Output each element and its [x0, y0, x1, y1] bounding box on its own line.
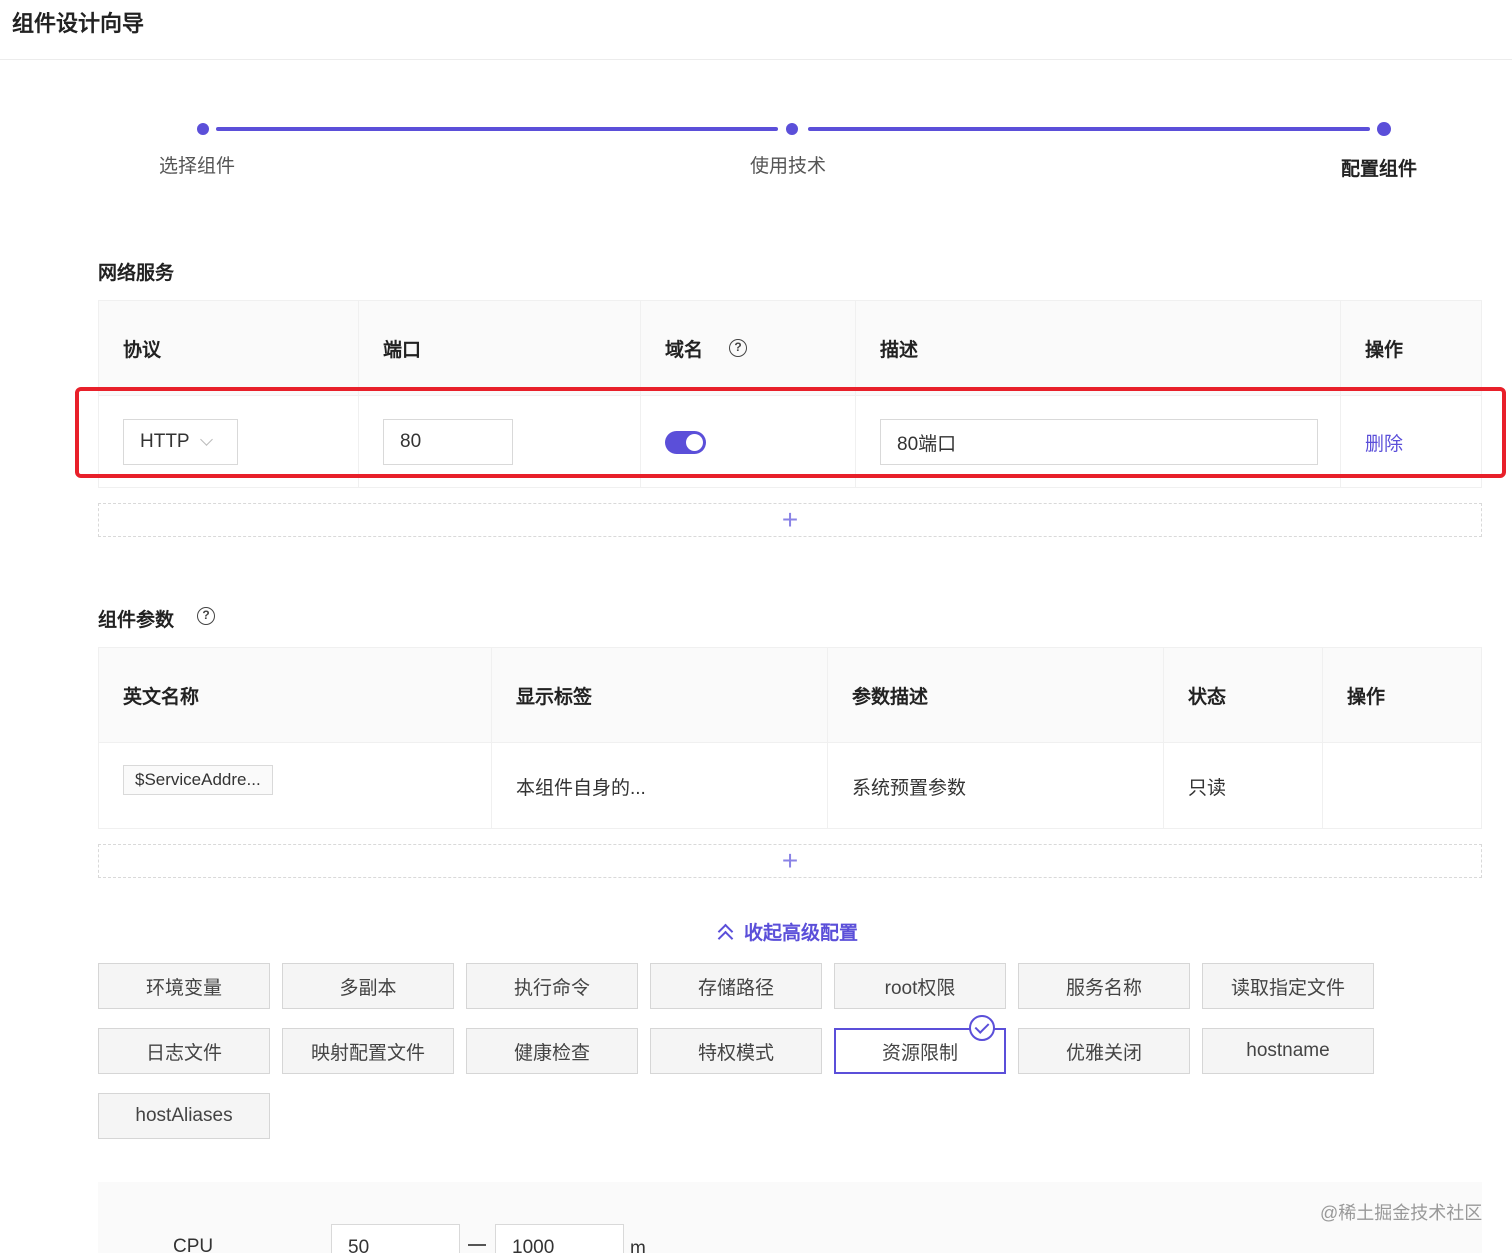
option-root-permission[interactable]: root权限: [834, 963, 1006, 1009]
col-desc-label: 描述: [880, 339, 919, 361]
option-storage-path[interactable]: 存储路径: [650, 963, 822, 1009]
option-read-file[interactable]: 读取指定文件: [1202, 963, 1374, 1009]
col-domain-label: 域名: [665, 339, 704, 361]
option-replicas[interactable]: 多副本: [282, 963, 454, 1009]
col-action: 操作: [1341, 301, 1481, 395]
step-dot-2: [786, 123, 798, 135]
option-privileged-mode[interactable]: 特权模式: [650, 1028, 822, 1074]
option-log-file[interactable]: 日志文件: [98, 1028, 270, 1074]
col-port-label: 端口: [383, 339, 422, 361]
step-label-configure-component[interactable]: 配置组件: [1341, 154, 1417, 181]
option-label: 日志文件: [145, 1042, 222, 1064]
option-label: 执行命令: [513, 977, 590, 999]
plus-icon: +: [781, 845, 799, 876]
param-label-value: 本组件自身的...: [516, 777, 646, 799]
cell-param-action: [1323, 743, 1481, 829]
cpu-max-input[interactable]: 1000: [495, 1224, 624, 1253]
network-section-title: 网络服务: [98, 263, 175, 284]
col-name: 英文名称: [99, 648, 492, 742]
col-name-label: 英文名称: [123, 686, 200, 708]
option-health-check[interactable]: 健康检查: [466, 1028, 638, 1074]
option-label: hostname: [1246, 1040, 1330, 1061]
option-label: 特权模式: [697, 1042, 774, 1064]
params-table-header: 英文名称 显示标签 参数描述 状态 操作: [99, 648, 1481, 742]
step-dot-3: [1377, 122, 1391, 136]
collapse-advanced-link[interactable]: 收起高级配置: [716, 918, 859, 946]
param-desc-value: 系统预置参数: [852, 777, 967, 799]
cpu-label: CPU: [173, 1236, 214, 1253]
add-param-row-button[interactable]: +: [98, 844, 1482, 878]
network-table-header: 协议 端口 域名 ? 描述 操作: [99, 301, 1481, 395]
col-protocol-label: 协议: [123, 339, 162, 361]
col-port: 端口: [359, 301, 641, 395]
option-service-name[interactable]: 服务名称: [1018, 963, 1190, 1009]
cpu-min-value: 50: [348, 1237, 370, 1253]
cpu-unit: m: [630, 1238, 646, 1253]
option-host-aliases[interactable]: hostAliases: [98, 1093, 270, 1139]
domain-help-icon[interactable]: ?: [729, 339, 748, 357]
params-table: 英文名称 显示标签 参数描述 状态 操作 $ServiceAddre... 本组…: [98, 647, 1482, 829]
cell-label: 本组件自身的...: [492, 743, 828, 829]
check-circle-icon: [969, 1015, 995, 1041]
param-status-value: 只读: [1188, 777, 1227, 799]
col-status: 状态: [1164, 648, 1323, 742]
option-label: 服务名称: [1065, 977, 1142, 999]
resource-limit-panel: CPU 50 1000 m: [98, 1182, 1482, 1253]
collapse-advanced-label: 收起高级配置: [744, 923, 859, 944]
double-chevron-up-icon: [716, 922, 736, 946]
col-param-desc-label: 参数描述: [852, 686, 929, 708]
param-name-value: $ServiceAddre...: [135, 770, 261, 789]
add-network-row-button[interactable]: +: [98, 503, 1482, 537]
option-label: 资源限制: [881, 1042, 958, 1064]
param-name-tag: $ServiceAddre...: [123, 765, 273, 795]
range-separator: [468, 1244, 486, 1246]
option-label: 存储路径: [697, 977, 774, 999]
step-connector-2: [808, 127, 1370, 131]
col-param-action-label: 操作: [1347, 686, 1386, 708]
cell-name: $ServiceAddre...: [99, 743, 492, 829]
option-hostname[interactable]: hostname: [1202, 1028, 1374, 1074]
params-section-title: 组件参数: [98, 610, 175, 631]
watermark: @稀土掘金技术社区: [1320, 1203, 1483, 1223]
step-label-use-technology[interactable]: 使用技术: [750, 151, 826, 178]
col-label: 显示标签: [492, 648, 828, 742]
step-dot-1: [197, 123, 209, 135]
option-label: 健康检查: [513, 1042, 590, 1064]
cell-param-desc: 系统预置参数: [828, 743, 1164, 829]
option-label: 优雅关闭: [1065, 1042, 1142, 1064]
option-label: root权限: [884, 977, 956, 999]
option-env-vars[interactable]: 环境变量: [98, 963, 270, 1009]
step-label-select-component[interactable]: 选择组件: [159, 151, 235, 178]
option-graceful-shutdown[interactable]: 优雅关闭: [1018, 1028, 1190, 1074]
option-label: hostAliases: [135, 1105, 233, 1126]
step-connector-1: [216, 127, 778, 131]
params-help-icon[interactable]: ?: [197, 607, 215, 625]
col-domain: 域名 ?: [641, 301, 856, 395]
plus-icon: +: [781, 504, 799, 535]
col-param-desc: 参数描述: [828, 648, 1164, 742]
option-resource-limit[interactable]: 资源限制: [834, 1015, 1006, 1074]
col-desc: 描述: [856, 301, 1341, 395]
cpu-max-value: 1000: [512, 1237, 555, 1253]
highlight-annotation-box: [75, 387, 1506, 478]
cpu-min-input[interactable]: 50: [331, 1224, 460, 1253]
col-status-label: 状态: [1188, 686, 1227, 708]
option-label: 多副本: [339, 977, 397, 999]
col-protocol: 协议: [99, 301, 359, 395]
col-action-label: 操作: [1365, 339, 1404, 361]
option-label: 读取指定文件: [1230, 977, 1345, 999]
option-config-file-mapping[interactable]: 映射配置文件: [282, 1028, 454, 1074]
option-command[interactable]: 执行命令: [466, 963, 638, 1009]
cell-status: 只读: [1164, 743, 1323, 829]
option-label: 映射配置文件: [310, 1042, 425, 1064]
col-param-action: 操作: [1323, 648, 1481, 742]
title-divider: [0, 59, 1512, 60]
col-label-label: 显示标签: [516, 686, 593, 708]
option-label: 环境变量: [145, 977, 222, 999]
page-title: 组件设计向导: [12, 11, 145, 36]
